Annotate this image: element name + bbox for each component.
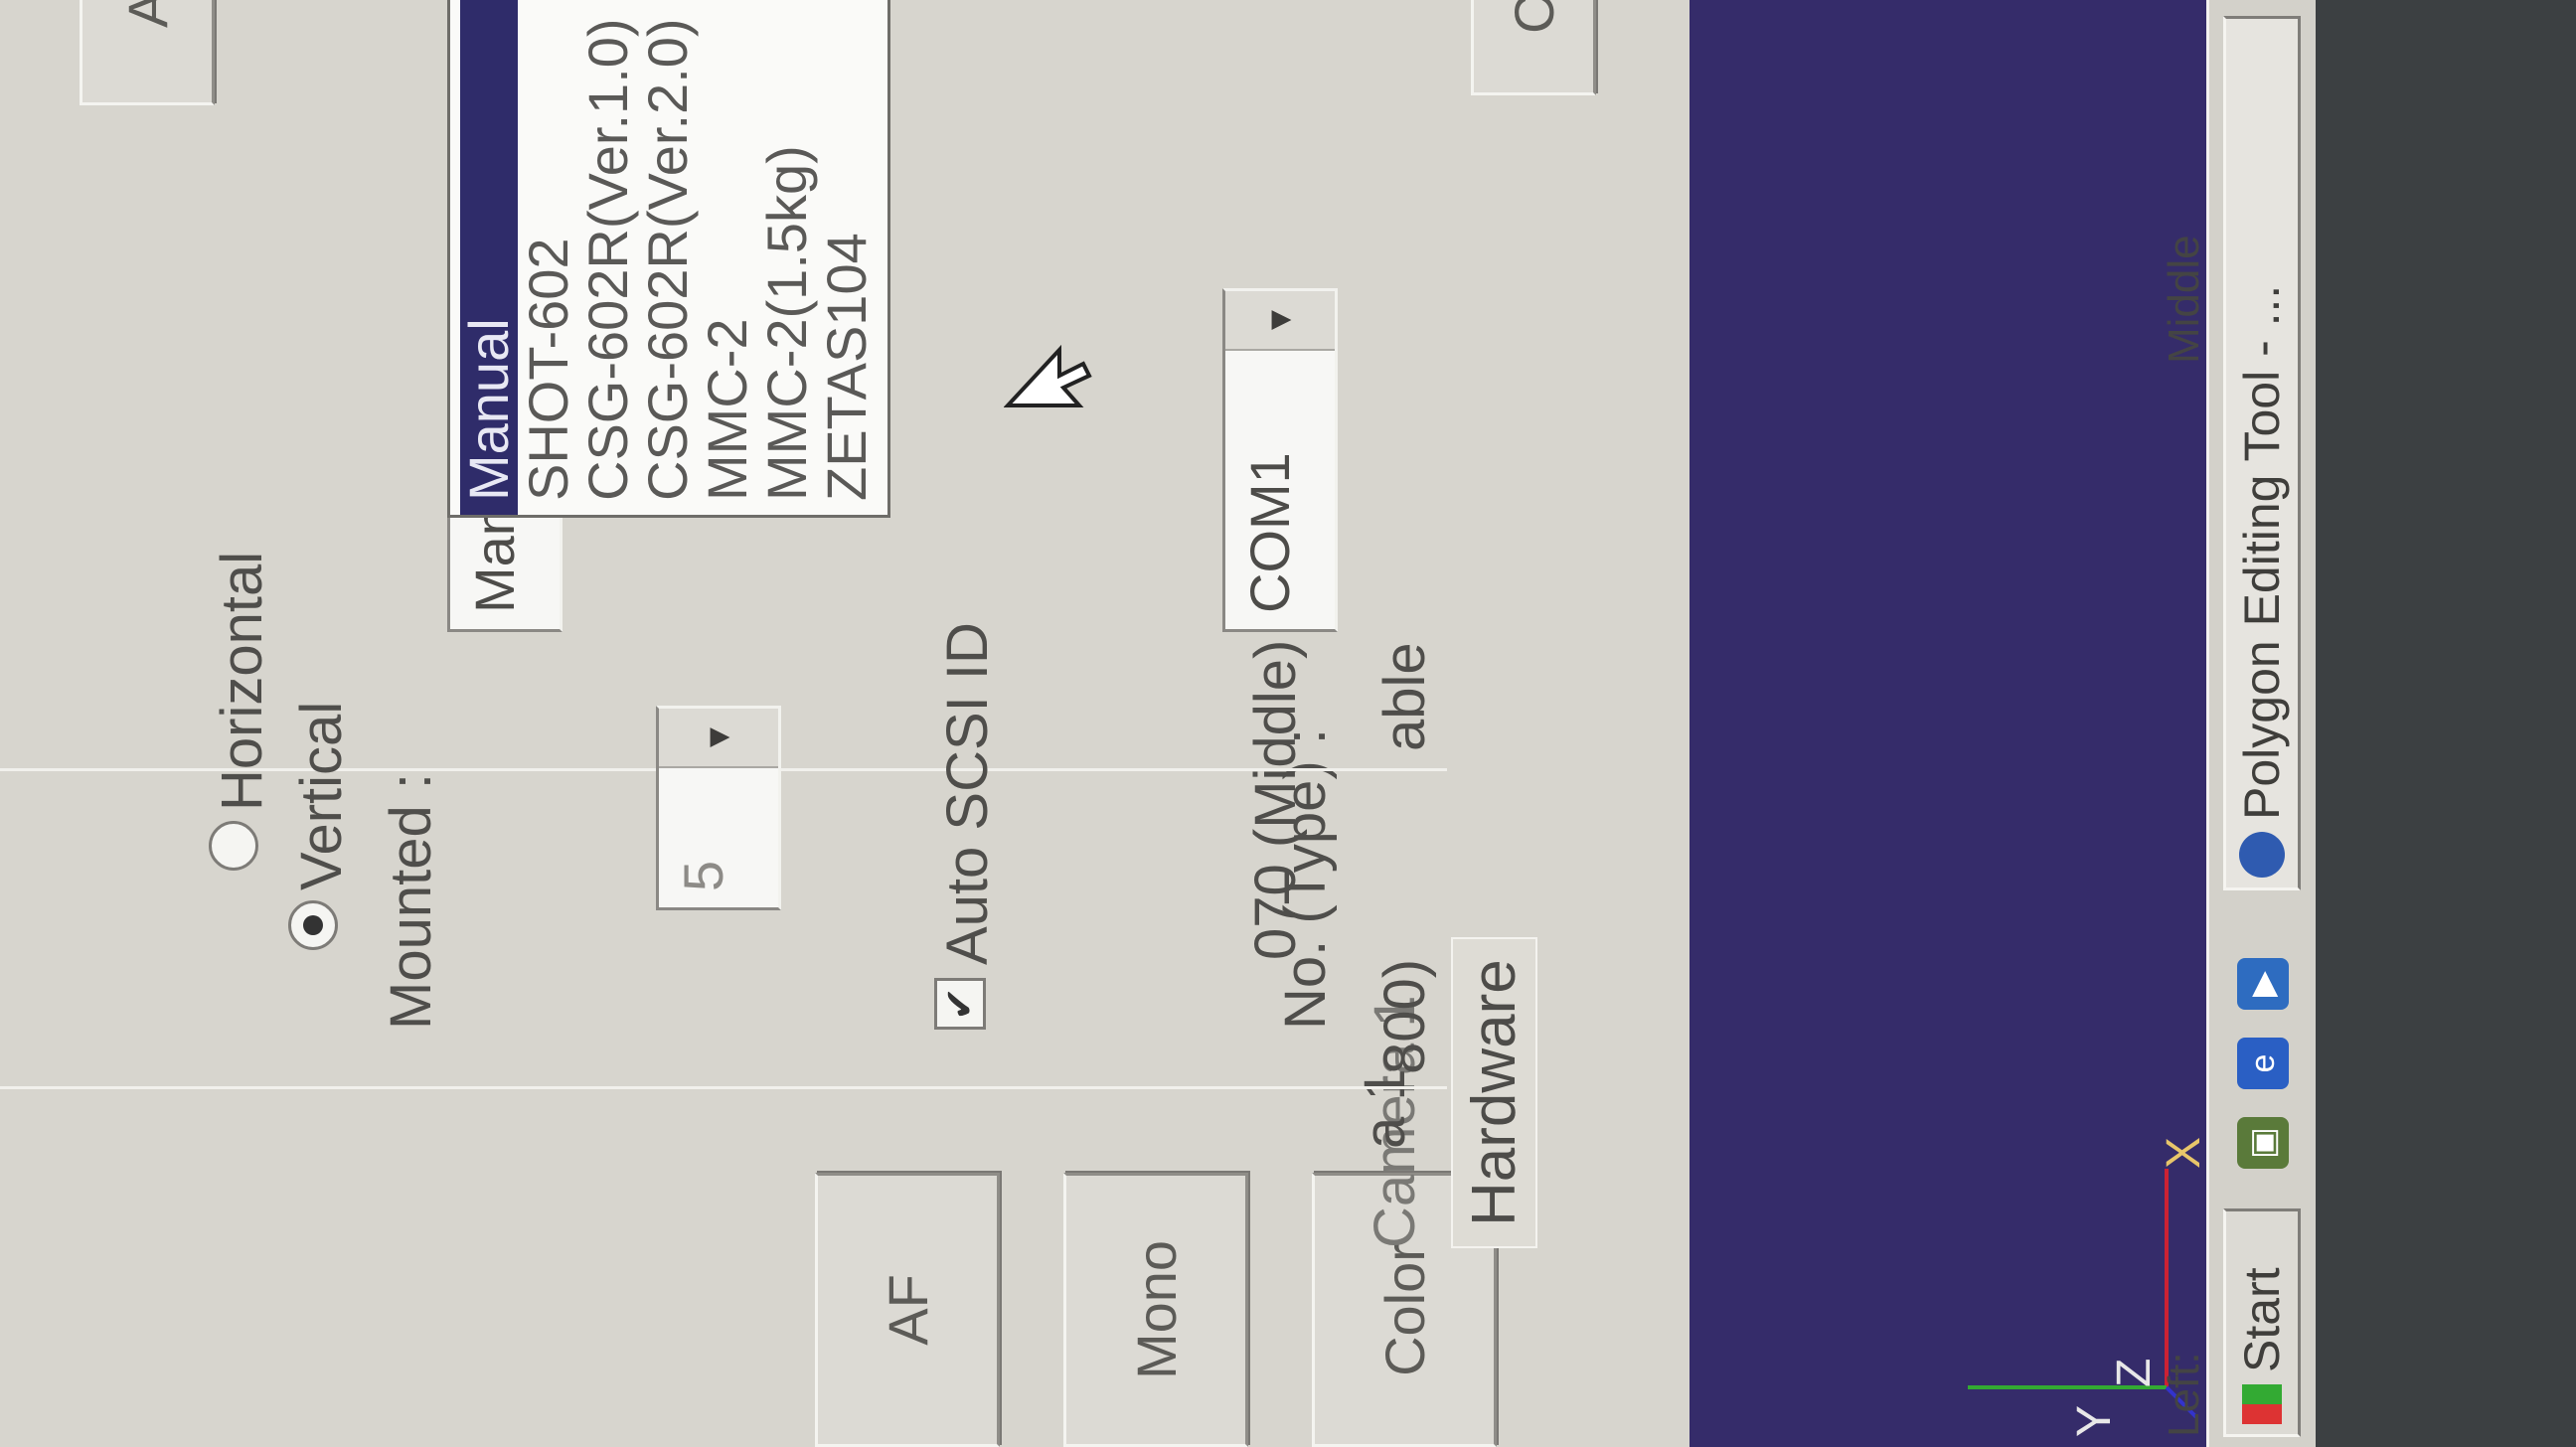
af-button[interactable]: AF bbox=[815, 1173, 1000, 1447]
stage-dropdown-list[interactable]: Manual SHOT-602 CSG-602R(Ver.1.0) CSG-60… bbox=[447, 0, 890, 518]
auto-scsi-label: Auto SCSI ID bbox=[935, 622, 1000, 965]
show-desktop-icon[interactable]: ▣ bbox=[2237, 1117, 2289, 1169]
left-text-5: able bbox=[1372, 642, 1437, 751]
status-left: Left: bbox=[2160, 1352, 2208, 1437]
left-text-4: 070 (Middle) bbox=[1243, 639, 1308, 960]
settings-dialog: AF Mono Color Camera 1 Hardware a 1 800)… bbox=[0, 0, 1690, 1447]
3d-viewport[interactable]: X Z Y bbox=[1690, 0, 2210, 1447]
mounted-horizontal-label: Horizontal bbox=[210, 551, 274, 811]
axis-y-label: Y bbox=[2068, 1404, 2121, 1437]
list-item[interactable]: ZETAS104 bbox=[815, 0, 878, 515]
start-button[interactable]: Start bbox=[2223, 1208, 2301, 1437]
list-item[interactable]: CSG-602R(Ver.1.0) bbox=[576, 0, 639, 515]
port-value: COM1 bbox=[1238, 452, 1301, 613]
chevron-down-icon[interactable]: ▼ bbox=[659, 709, 778, 768]
mounted-vertical-radio[interactable] bbox=[288, 900, 338, 950]
mono-button-label: Mono bbox=[1124, 1239, 1188, 1380]
task-label: Polygon Editing Tool - ... bbox=[2234, 284, 2290, 820]
taskbar-task-polygon-editing-tool[interactable]: Polygon Editing Tool - ... bbox=[2223, 16, 2301, 890]
color-button-label: Color bbox=[1372, 1243, 1436, 1376]
browser-icon[interactable]: e bbox=[2237, 1038, 2289, 1089]
mounted-horizontal-radio[interactable] bbox=[209, 821, 258, 871]
chevron-down-icon[interactable]: ▼ bbox=[1225, 291, 1335, 351]
axis-x-label: X bbox=[2158, 1136, 2210, 1169]
status-middle: Middle bbox=[2160, 235, 2208, 364]
list-item[interactable]: CSG-602R(Ver.2.0) bbox=[636, 0, 699, 515]
scsi-id-select[interactable]: 5 ▼ bbox=[656, 706, 781, 910]
mouse-cursor-icon bbox=[1004, 344, 1092, 407]
start-label: Start bbox=[2234, 1267, 2290, 1372]
af-button-label: AF bbox=[876, 1274, 939, 1346]
list-item[interactable]: Manual bbox=[457, 0, 520, 515]
media-player-icon[interactable]: ▶ bbox=[2237, 958, 2289, 1010]
mounted-vertical-label: Vertical bbox=[289, 701, 354, 890]
list-item[interactable]: SHOT-602 bbox=[517, 0, 579, 515]
list-item[interactable]: MMC-2(1.5kg) bbox=[755, 0, 818, 515]
tab-hardware-label[interactable]: Hardware bbox=[1451, 937, 1537, 1248]
rotated-screen: AF Mono Color Camera 1 Hardware a 1 800)… bbox=[0, 0, 2576, 1447]
apply-button[interactable]: Apply bbox=[80, 0, 215, 105]
axis-z-label: Z bbox=[2108, 1358, 2161, 1387]
app-icon bbox=[2239, 832, 2285, 878]
close-button-label: Clos bbox=[1502, 0, 1566, 34]
port-select[interactable]: COM1 ▼ bbox=[1222, 288, 1338, 632]
list-item[interactable]: MMC-2 bbox=[696, 0, 758, 515]
left-text-2: 800) bbox=[1372, 958, 1437, 1074]
taskbar: Left: Middle Start ▣ e ▶ Polygon Editing… bbox=[2160, 0, 2319, 1447]
monitor-bezel bbox=[2316, 0, 2576, 1447]
left-text-1: a 1 bbox=[1353, 1068, 1417, 1149]
windows-flag-icon bbox=[2242, 1384, 2282, 1424]
mono-button[interactable]: Mono bbox=[1063, 1173, 1248, 1447]
group-divider-1 bbox=[0, 1084, 1447, 1089]
scsi-id-value: 5 bbox=[672, 860, 734, 891]
apply-button-label: Apply bbox=[115, 0, 180, 28]
mounted-label: Mounted : bbox=[379, 773, 443, 1030]
close-button[interactable]: Clos bbox=[1471, 0, 1596, 95]
auto-scsi-checkbox[interactable]: ✔ bbox=[934, 978, 986, 1030]
